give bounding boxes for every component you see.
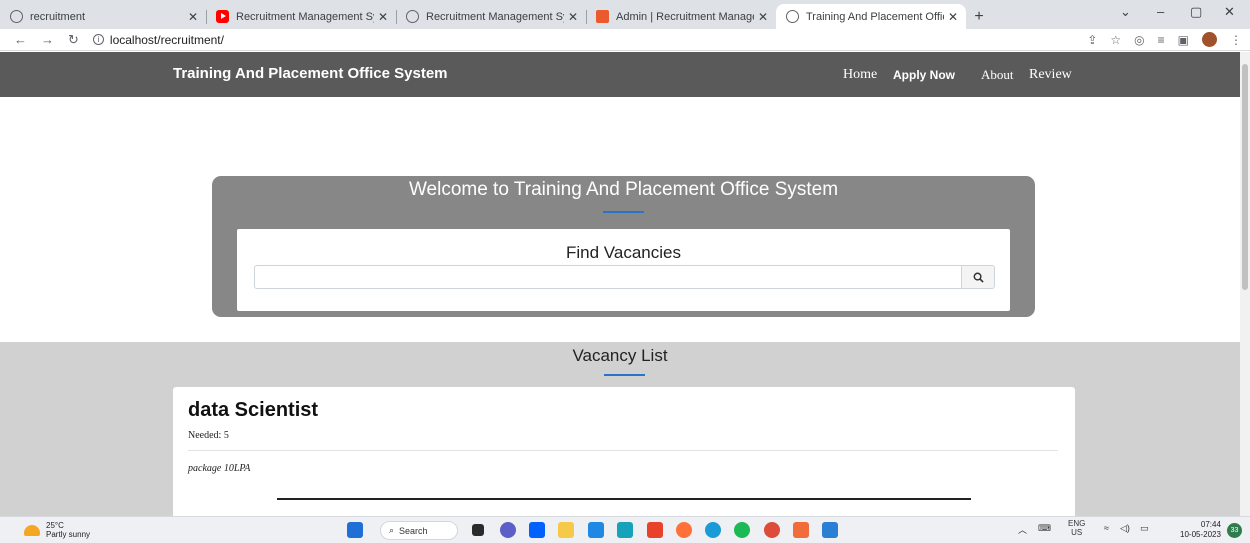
weather-text: Partly sunny	[46, 530, 91, 539]
url-field[interactable]: i localhost/recruitment/	[92, 32, 224, 47]
notification-badge[interactable]: 33	[1227, 523, 1242, 538]
nav-review[interactable]: Review	[1029, 67, 1072, 83]
temperature: 25°C	[46, 521, 64, 530]
reading-list-icon[interactable]: ≡	[1158, 33, 1165, 47]
browser-tab[interactable]: Recruitment Management Systen ✕	[206, 4, 396, 29]
wifi-icon[interactable]: ≈	[1104, 523, 1109, 533]
dropbox-icon[interactable]	[529, 522, 545, 538]
taskbar-search[interactable]: ⌕ Search	[380, 521, 458, 540]
browser-tab[interactable]: Admin | Recruitment Managemen ✕	[586, 4, 776, 29]
tab-title: Recruitment Management Systen	[426, 10, 564, 23]
url-text: localhost/recruitment/	[109, 32, 224, 47]
search-button[interactable]	[961, 265, 995, 289]
admin-icon	[596, 10, 609, 23]
nav-home[interactable]: Home	[843, 67, 877, 83]
divider	[277, 498, 971, 500]
tab-title: recruitment	[30, 10, 86, 23]
nav-apply-now[interactable]: Apply Now	[893, 68, 955, 82]
time: 07:44	[1200, 520, 1221, 529]
vacancy-description: package 10LPA	[188, 463, 251, 474]
tab-title: Training And Placement Office Sy	[806, 10, 944, 23]
vscode-icon[interactable]	[822, 522, 838, 538]
reload-icon[interactable]: ↻	[68, 32, 79, 48]
extension-icon[interactable]: ◎	[1134, 33, 1144, 47]
title-underline	[604, 374, 645, 376]
taskbar: 25°C Partly sunny ⌕ Search ︿ ⌨ ENG US ≈ …	[0, 516, 1250, 543]
maximize-icon[interactable]: ▢	[1190, 4, 1202, 20]
address-bar: ← → ↻ i localhost/recruitment/ ⇪ ☆ ◎ ≡ ▣…	[0, 29, 1250, 51]
forward-icon[interactable]: →	[41, 32, 54, 47]
language-indicator[interactable]: ENG US	[1068, 519, 1085, 537]
browser-tab-bar: recruitment ✕ Recruitment Management Sys…	[0, 0, 1250, 29]
close-window-icon[interactable]: ✕	[1224, 4, 1235, 20]
vacancy-card[interactable]: data Scientist Needed: 5 package 10LPA	[173, 387, 1075, 516]
star-icon[interactable]: ☆	[1110, 33, 1121, 47]
weather-widget[interactable]: 25°C Partly sunny	[24, 521, 90, 539]
new-tab-button[interactable]: +	[966, 4, 992, 29]
app-icon[interactable]	[617, 522, 633, 538]
close-icon[interactable]: ✕	[188, 10, 198, 24]
youtube-icon	[216, 10, 229, 23]
browser-tab[interactable]: recruitment ✕	[0, 4, 206, 29]
date: 10-05-2023	[1180, 530, 1221, 539]
site-brand[interactable]: Training And Placement Office System	[173, 65, 448, 82]
close-icon[interactable]: ✕	[378, 10, 388, 24]
vacancy-list-section: Vacancy List data Scientist Needed: 5 pa…	[0, 342, 1240, 516]
site-header: Training And Placement Office System Hom…	[0, 52, 1240, 97]
task-view-icon[interactable]	[472, 524, 484, 536]
vacancy-title: data Scientist	[188, 399, 319, 421]
spotify-icon[interactable]	[734, 522, 750, 538]
title-underline	[603, 211, 644, 213]
globe-icon	[786, 10, 799, 23]
battery-icon[interactable]: ▭	[1140, 523, 1149, 534]
weather-icon	[24, 524, 40, 536]
tab-title: Recruitment Management Systen	[236, 10, 374, 23]
browser-tab-active[interactable]: Training And Placement Office Sy ✕	[776, 4, 966, 29]
taskbar-search-label: Search	[399, 525, 428, 536]
clock[interactable]: 07:44 10-05-2023	[1180, 520, 1221, 540]
close-icon[interactable]: ✕	[758, 10, 768, 24]
scrollbar-thumb[interactable]	[1242, 64, 1248, 290]
minimize-icon[interactable]: –	[1157, 4, 1164, 19]
profile-avatar[interactable]	[1202, 32, 1217, 47]
app-q-icon[interactable]	[793, 522, 809, 538]
office-icon[interactable]	[647, 522, 663, 538]
info-icon[interactable]: i	[92, 34, 104, 45]
globe-icon	[10, 10, 23, 23]
search-input[interactable]	[254, 265, 961, 289]
search-icon: ⌕	[389, 525, 395, 535]
close-icon[interactable]: ✕	[948, 10, 958, 24]
chat-icon[interactable]	[500, 522, 516, 538]
vacancy-list-title: Vacancy List	[572, 346, 668, 365]
sidepanel-icon[interactable]: ▣	[1178, 33, 1189, 47]
language-code: ENG	[1068, 519, 1086, 528]
tab-search-icon[interactable]: ⌄	[1120, 4, 1131, 20]
vacancy-needed: Needed: 5	[188, 430, 229, 441]
tab-title: Admin | Recruitment Managemen	[616, 10, 754, 23]
search-icon	[973, 272, 984, 283]
share-icon[interactable]: ⇪	[1087, 33, 1097, 47]
globe-icon	[406, 10, 419, 23]
back-icon[interactable]: ←	[14, 32, 27, 47]
search-title: Find Vacancies	[566, 243, 681, 262]
menu-icon[interactable]: ⋮	[1230, 33, 1242, 47]
nav-about[interactable]: About	[981, 67, 1014, 83]
divider	[188, 450, 1058, 451]
chevron-up-icon[interactable]: ︿	[1018, 523, 1027, 536]
search-card: Find Vacancies	[237, 229, 1010, 311]
hero-title: Welcome to Training And Placement Office…	[408, 179, 839, 200]
file-explorer-icon[interactable]	[558, 522, 574, 538]
chrome-icon[interactable]	[764, 522, 780, 538]
page-scrollbar[interactable]	[1240, 52, 1250, 516]
firefox-icon[interactable]	[676, 522, 692, 538]
region-code: US	[1071, 528, 1083, 537]
windows-start-icon[interactable]	[347, 522, 363, 538]
volume-icon[interactable]: ◁)	[1120, 523, 1130, 534]
edge-icon[interactable]	[705, 522, 721, 538]
store-icon[interactable]	[588, 522, 604, 538]
close-icon[interactable]: ✕	[568, 10, 578, 24]
hero-banner: Welcome to Training And Placement Office…	[212, 176, 1035, 317]
keyboard-icon[interactable]: ⌨	[1038, 523, 1051, 534]
browser-tab[interactable]: Recruitment Management Systen ✕	[396, 4, 586, 29]
